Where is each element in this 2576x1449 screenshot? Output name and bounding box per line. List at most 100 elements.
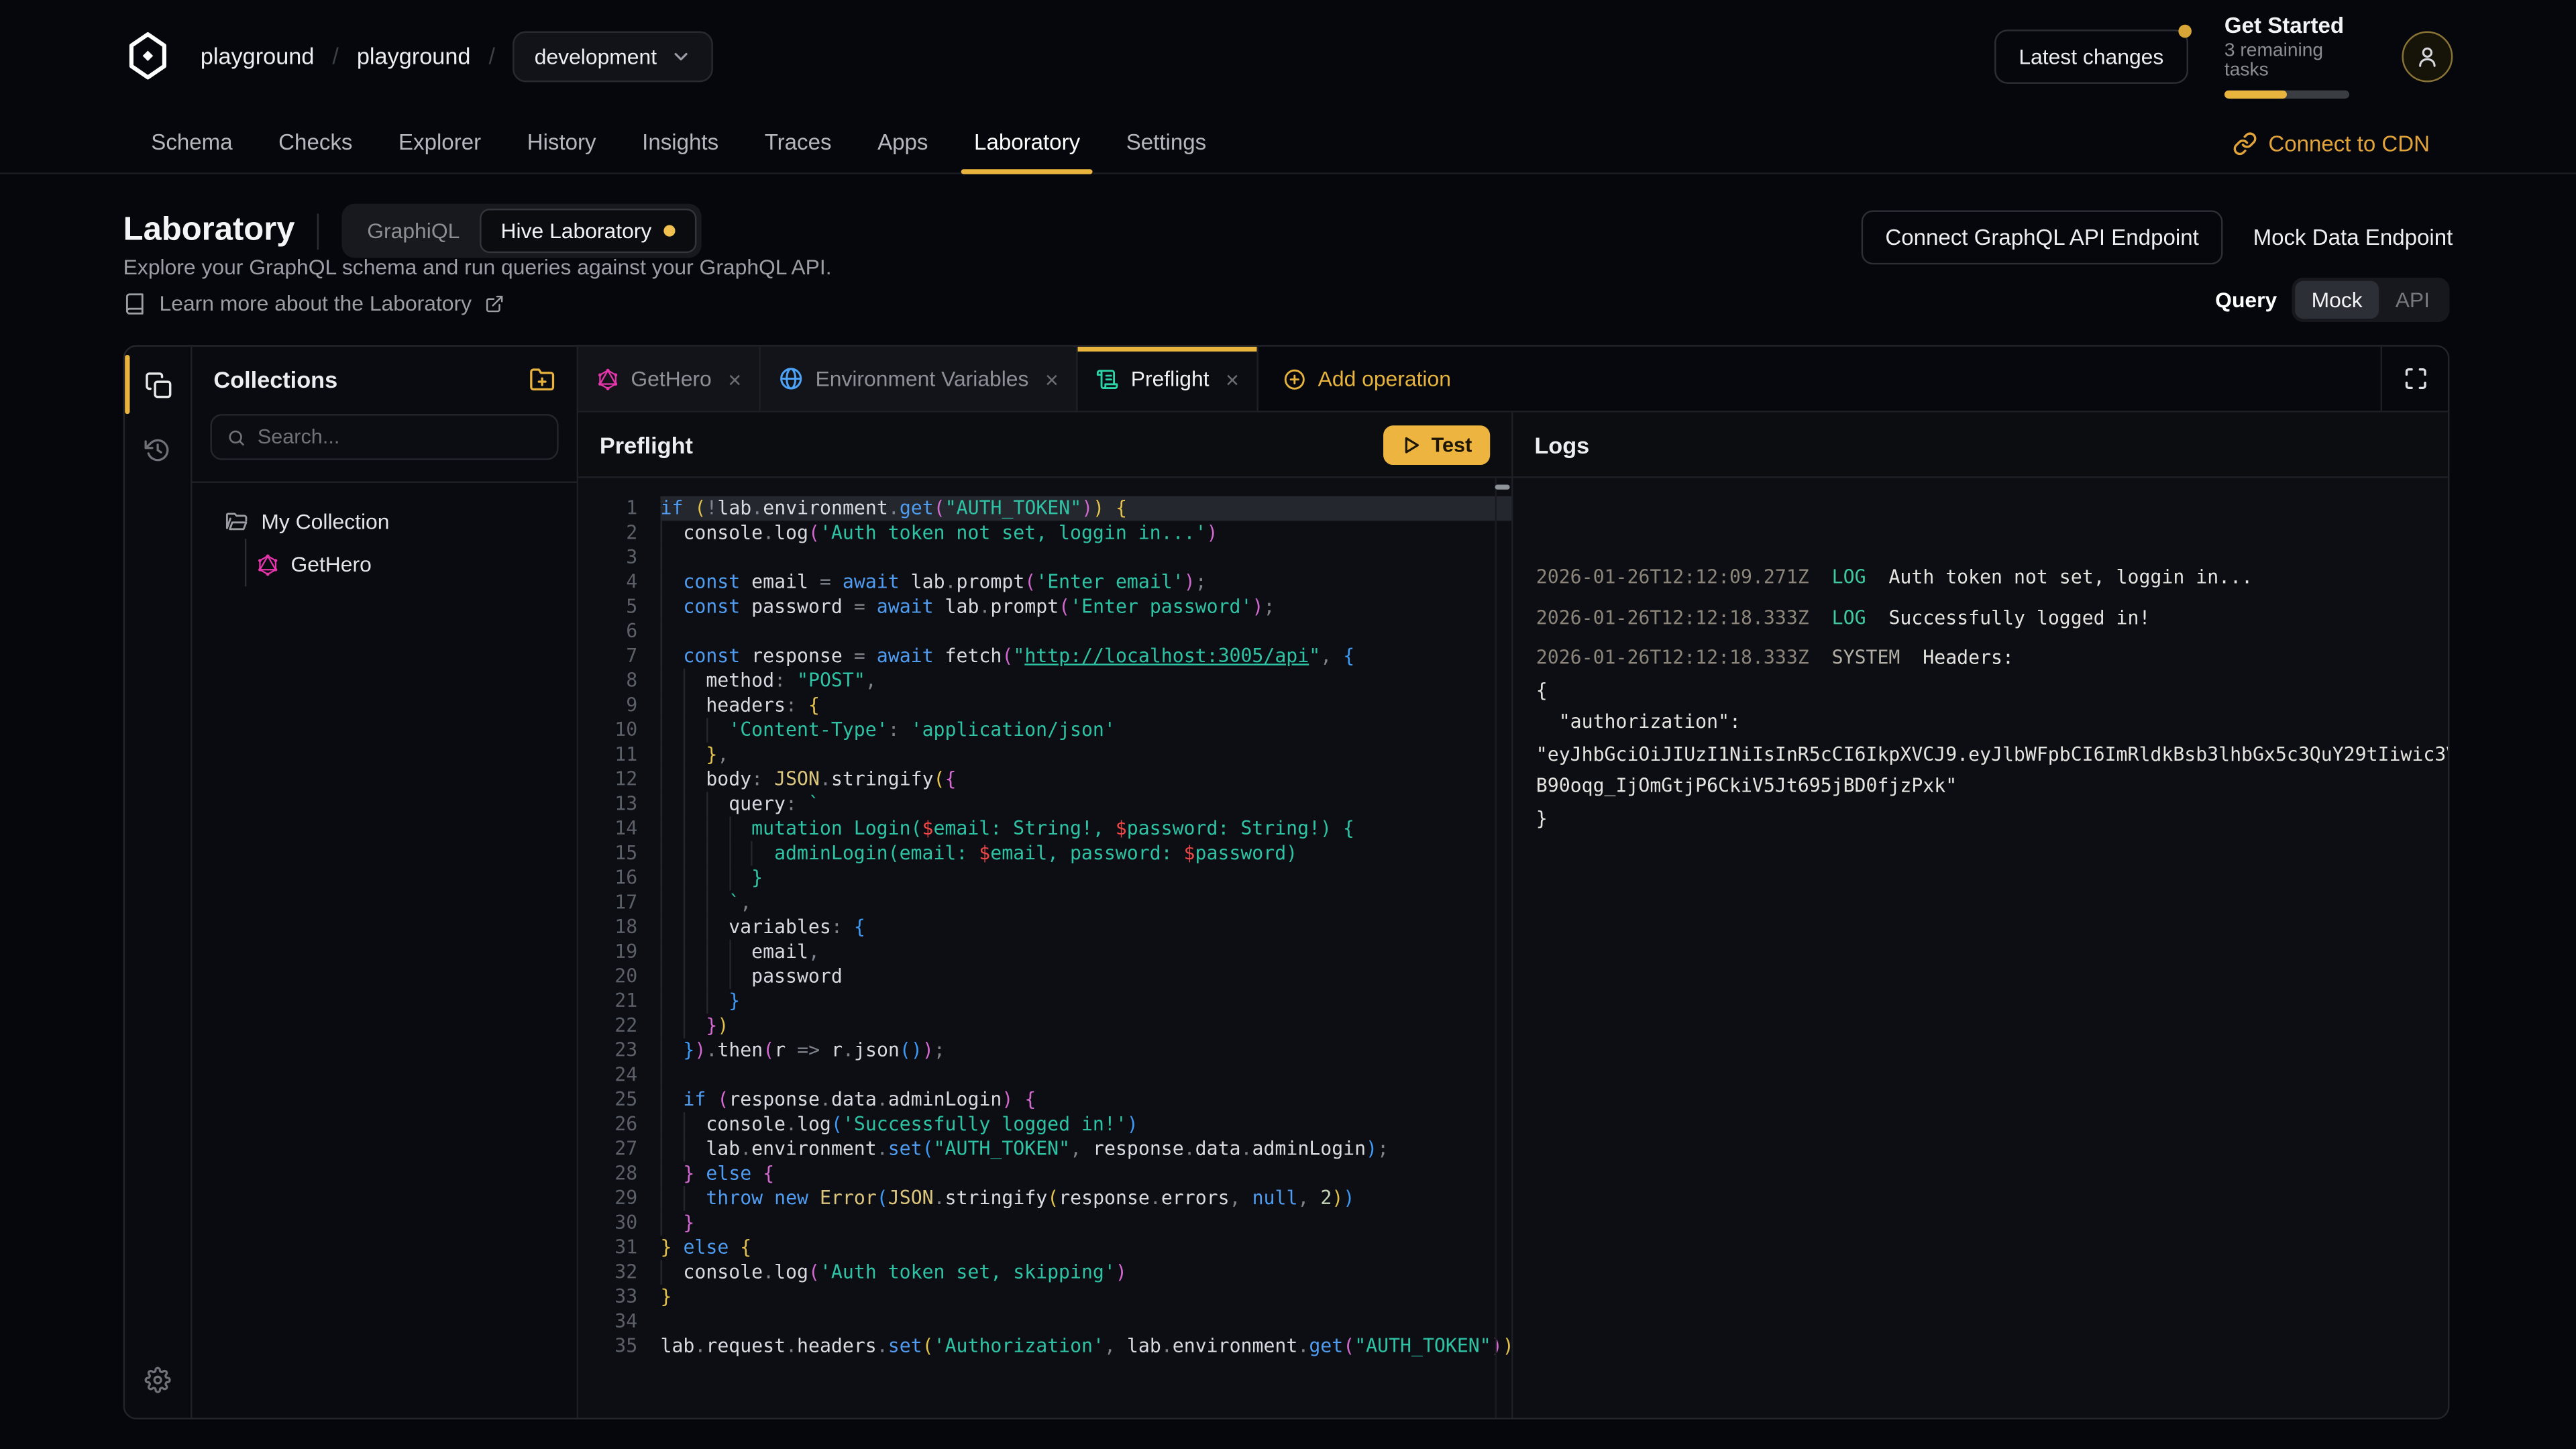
code-line: 10 'Content-Type': 'application/json' [578, 718, 1511, 743]
close-icon[interactable]: × [1045, 367, 1059, 390]
nav-item-laboratory[interactable]: Laboratory [951, 112, 1104, 173]
settings-rail-button[interactable] [136, 1358, 179, 1401]
breadcrumb-org[interactable]: playground [201, 43, 315, 69]
tab-preflight[interactable]: Preflight× [1078, 347, 1258, 411]
line-number: 3 [578, 545, 660, 570]
history-rail-button[interactable] [136, 429, 179, 472]
collections-search[interactable] [210, 414, 558, 460]
line-number: 23 [578, 1038, 660, 1063]
script-icon [1096, 367, 1119, 390]
play-icon [1402, 435, 1421, 454]
nav-item-settings[interactable]: Settings [1103, 112, 1229, 173]
code-line: 29 throw new Error(JSON.stringify(respon… [578, 1186, 1511, 1211]
collections-rail-button[interactable] [136, 363, 179, 406]
target-selector[interactable]: development [513, 30, 712, 81]
breadcrumb: playground / playground / development [123, 30, 713, 81]
latest-changes-label: Latest changes [2019, 44, 2163, 68]
nav-item-traces[interactable]: Traces [741, 112, 854, 173]
nav-item-apps[interactable]: Apps [855, 112, 951, 173]
line-number: 5 [578, 595, 660, 620]
nav-item-checks[interactable]: Checks [256, 112, 376, 173]
operation-item-gethero[interactable]: GetHero [246, 545, 576, 583]
line-number: 26 [578, 1112, 660, 1137]
line-number: 10 [578, 718, 660, 743]
editor-scrollbar-gutter [1495, 478, 1497, 1418]
code-line: 2 console.log('Auth token not set, loggi… [578, 521, 1511, 545]
breadcrumb-separator: / [488, 43, 495, 69]
nav-item-history[interactable]: History [504, 112, 619, 173]
line-number: 18 [578, 915, 660, 940]
mock-data-endpoint-button[interactable]: Mock Data Endpoint [2253, 225, 2453, 250]
line-number: 14 [578, 816, 660, 841]
preflight-code-editor[interactable]: 1if (!lab.environment.get("AUTH_TOKEN"))… [578, 478, 1513, 1418]
add-operation-button[interactable]: Add operation [1283, 347, 1451, 411]
page-title: Laboratory [123, 212, 295, 250]
mode-option-hive-laboratory[interactable]: Hive Laboratory [480, 209, 696, 253]
test-button[interactable]: Test [1384, 425, 1491, 464]
line-number: 28 [578, 1161, 660, 1186]
search-input[interactable] [258, 425, 542, 448]
code-line: 1if (!lab.environment.get("AUTH_TOKEN"))… [578, 496, 1511, 521]
folder-open-icon [225, 510, 248, 533]
book-icon [123, 292, 146, 315]
connect-to-cdn-link[interactable]: Connect to CDN [2232, 112, 2430, 174]
code-line: 5 const password = await lab.prompt('Ent… [578, 595, 1511, 620]
operation-label: GetHero [290, 552, 371, 577]
line-number: 15 [578, 841, 660, 866]
nav-item-explorer[interactable]: Explorer [376, 112, 504, 173]
collections-tree: My Collection GetHero [193, 483, 577, 586]
line-number: 34 [578, 1309, 660, 1334]
user-avatar[interactable] [2402, 30, 2453, 81]
divider [318, 213, 319, 249]
tab-gethero[interactable]: GetHero× [578, 347, 761, 411]
nav-item-insights[interactable]: Insights [619, 112, 742, 173]
log-detail-line: } [1536, 802, 2450, 835]
editor-scrollbar-thumb[interactable] [1495, 484, 1510, 489]
query-mode-api[interactable]: API [2379, 281, 2446, 319]
collections-title: Collections [213, 366, 337, 392]
breadcrumb-project[interactable]: playground [357, 43, 471, 69]
latest-changes-button[interactable]: Latest changes [1994, 29, 2188, 83]
close-icon[interactable]: × [728, 367, 741, 390]
code-line: 13 query: ` [578, 792, 1511, 816]
collection-folder[interactable]: My Collection [193, 504, 577, 539]
fullscreen-button[interactable] [2381, 347, 2450, 411]
code-line: 25 if (response.data.adminLogin) { [578, 1087, 1511, 1112]
line-number: 16 [578, 866, 660, 891]
gear-icon [145, 1367, 171, 1393]
connect-graphql-endpoint-button[interactable]: Connect GraphQL API Endpoint [1861, 210, 2224, 264]
line-number: 22 [578, 1014, 660, 1038]
get-started-title: Get Started [2224, 13, 2366, 38]
learn-more-link[interactable]: Learn more about the Laboratory [123, 290, 504, 315]
globe-icon [780, 366, 804, 391]
query-mode-segment: Mock API [2292, 278, 2449, 322]
top-bar: playground / playground / development La… [123, 0, 2453, 112]
active-rail-indicator [125, 355, 129, 414]
side-rail [125, 347, 192, 1418]
line-number: 12 [578, 767, 660, 792]
code-line: 35lab.request.headers.set('Authorization… [578, 1334, 1511, 1359]
collection-folder-label: My Collection [261, 509, 389, 534]
code-line: 21 } [578, 989, 1511, 1014]
line-number: 4 [578, 570, 660, 595]
code-line: 33} [578, 1285, 1511, 1309]
folder-plus-icon[interactable] [529, 366, 555, 392]
notification-dot [2178, 24, 2192, 38]
close-icon[interactable]: × [1226, 367, 1239, 390]
circle-plus-icon [1283, 367, 1306, 390]
laboratory-panel: Collections My Collection GetHero [123, 345, 2450, 1419]
external-link-icon [485, 293, 504, 313]
mode-option-graphiql[interactable]: GraphiQL [347, 210, 480, 251]
logs-header: Logs [1513, 413, 2450, 478]
code-line: 18 variables: { [578, 915, 1511, 940]
line-number: 29 [578, 1186, 660, 1211]
get-started-widget[interactable]: Get Started 3 remaining tasks [2224, 13, 2366, 99]
query-mode-mock[interactable]: Mock [2295, 281, 2379, 319]
top-bar-right: Latest changes Get Started 3 remaining t… [1994, 13, 2453, 99]
line-number: 27 [578, 1137, 660, 1162]
page-header: Laboratory GraphiQL Hive Laboratory Expl… [123, 174, 2453, 345]
tab-environment-variables[interactable]: Environment Variables× [761, 347, 1079, 411]
log-detail-line: "authorization": [1536, 706, 2450, 739]
code-line: 4 const email = await lab.prompt('Enter … [578, 570, 1511, 595]
nav-item-schema[interactable]: Schema [128, 112, 256, 173]
